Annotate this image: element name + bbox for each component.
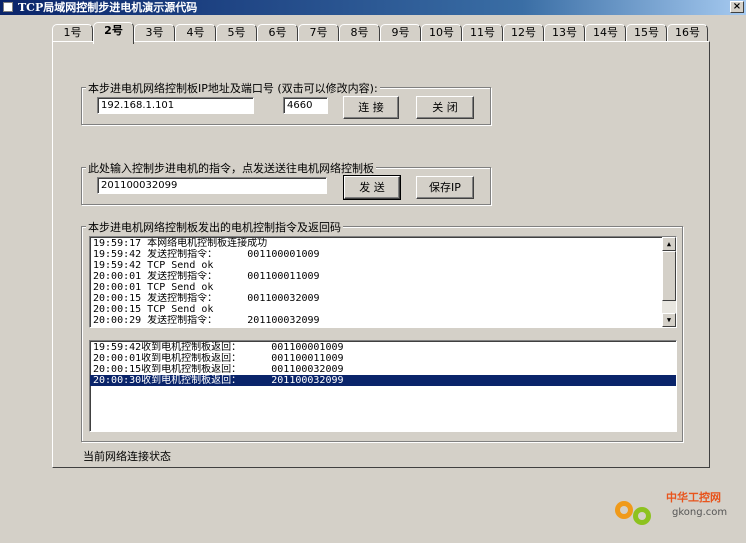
command-group-legend: 此处输入控制步进电机的指令，点发送送往电机网络控制板 [86,160,376,176]
tab-4[interactable]: 4号 [175,24,216,42]
ip-address-input[interactable]: 192.168.1.101 [97,97,254,114]
reply-line[interactable]: 19:59:42收到电机控制板返回： 001100001009 [90,342,676,353]
port-input[interactable]: 4660 [283,97,328,114]
close-button[interactable]: × [730,1,744,13]
log-line[interactable]: 20:00:01 发送控制指令： 001100011009 [90,271,676,282]
reply-line[interactable]: 20:00:15收到电机控制板返回： 001100032009 [90,364,676,375]
tab-5[interactable]: 5号 [216,24,257,42]
watermark-site: gkong.com [672,507,727,518]
window-icon[interactable] [3,2,13,12]
log-line[interactable]: 19:59:42 发送控制指令： 001100001009 [90,249,676,260]
log-line[interactable]: 19:59:17 本网络电机控制板连接成功 [90,238,676,249]
tab-12[interactable]: 12号 [503,24,544,42]
ip-group: 本步进电机网络控制板IP地址及端口号 (双击可以修改内容): 192.168.1… [81,80,491,125]
ip-group-legend: 本步进电机网络控制板IP地址及端口号 (双击可以修改内容): [86,80,380,96]
reply-line[interactable]: 20:00:01收到电机控制板返回： 001100011009 [90,353,676,364]
close-connection-button[interactable]: 关 闭 [416,96,474,119]
tab-14[interactable]: 14号 [585,24,626,42]
reply-log-list[interactable]: 19:59:42收到电机控制板返回： 001100001009 20:00:01收… [89,340,677,432]
log-line[interactable]: 20:00:15 发送控制指令： 001100032009 [90,293,676,304]
connection-status: 当前网络连接状态 [83,450,171,463]
log-line[interactable]: 19:59:42 TCP Send ok [90,260,676,271]
log-line[interactable]: 20:00:15 TCP Send ok [90,304,676,315]
log-group-legend: 本步进电机网络控制板发出的电机控制指令及返回码 [86,219,343,235]
tab-7[interactable]: 7号 [298,24,339,42]
tab-1[interactable]: 1号 [52,24,93,42]
title-bar[interactable]: TCP局域网控制步进电机演示源代码 × [0,0,746,15]
send-button[interactable]: 发 送 [343,175,401,200]
sent-log-list[interactable]: 19:59:17 本网络电机控制板连接成功 19:59:42 发送控制指令： 00… [89,236,677,328]
save-ip-button[interactable]: 保存IP [416,176,474,199]
tab-16[interactable]: 16号 [667,24,708,42]
window-title: TCP局域网控制步进电机演示源代码 [18,1,198,14]
tab-8[interactable]: 8号 [339,24,380,42]
tab-15[interactable]: 15号 [626,24,667,42]
tab-6[interactable]: 6号 [257,24,298,42]
gear-icon [615,501,651,525]
command-input[interactable]: 201100032099 [97,177,327,194]
reply-line[interactable]: 20:00:30收到电机控制板返回： 201100032099 [90,375,676,386]
tab-panel: 本步进电机网络控制板IP地址及端口号 (双击可以修改内容): 192.168.1… [52,41,710,468]
tab-2[interactable]: 2号 [93,22,134,44]
scroll-down-arrow-icon[interactable]: ▼ [662,313,676,327]
command-group: 此处输入控制步进电机的指令，点发送送往电机网络控制板 201100032099 … [81,160,491,205]
tab-10[interactable]: 10号 [421,24,462,42]
log-group: 本步进电机网络控制板发出的电机控制指令及返回码 19:59:17 本网络电机控制… [81,219,683,442]
tab-3[interactable]: 3号 [134,24,175,42]
watermark-brand: 中华工控网 [666,490,721,504]
connect-button[interactable]: 连 接 [343,96,399,119]
tab-9[interactable]: 9号 [380,24,421,42]
scroll-up-arrow-icon[interactable]: ▲ [662,237,676,251]
scroll-thumb[interactable] [662,251,676,301]
log-scrollbar[interactable]: ▲ ▼ [662,237,676,327]
log-line[interactable]: 20:00:29 发送控制指令： 201100032099 [90,315,676,326]
tab-13[interactable]: 13号 [544,24,585,42]
gkong-watermark-logo: 中华工控网 gkong.com [615,490,727,525]
tab-11[interactable]: 11号 [462,24,503,42]
log-line[interactable]: 20:00:01 TCP Send ok [90,282,676,293]
